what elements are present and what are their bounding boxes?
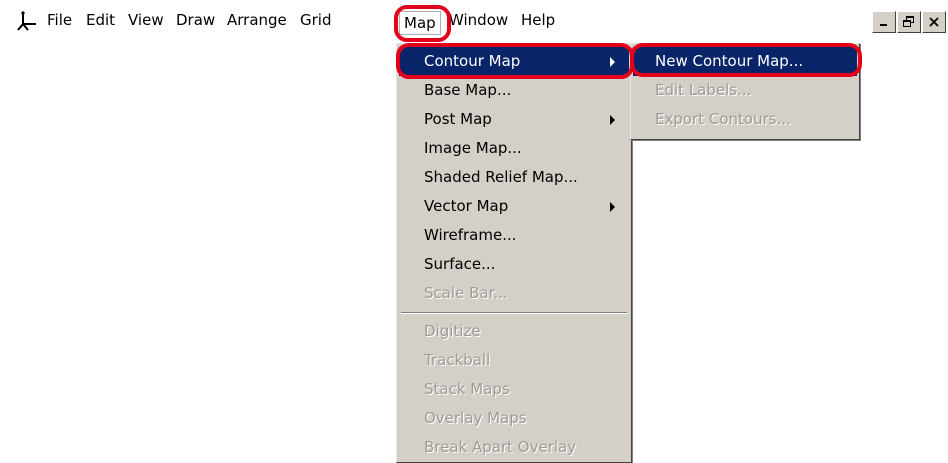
menu-item-label: Export Contours... xyxy=(655,110,791,128)
submenu-arrow-icon xyxy=(610,202,615,212)
minimize-icon[interactable] xyxy=(872,11,896,33)
menu-window[interactable]: Window xyxy=(449,0,508,38)
menu-item-wireframe[interactable]: Wireframe... xyxy=(399,221,629,250)
menu-item-label: Stack Maps xyxy=(424,380,510,398)
menu-item-label: Post Map xyxy=(424,110,492,128)
menu-item-break-apart-overlay: Break Apart Overlay xyxy=(399,433,629,462)
menu-item-trackball: Trackball xyxy=(399,346,629,375)
menu-item-shaded-relief-map[interactable]: Shaded Relief Map... xyxy=(399,163,629,192)
menu-item-digitize: Digitize xyxy=(399,317,629,346)
highlight-ring-new-contour-map xyxy=(630,43,862,77)
menu-item-scale-bar: Scale Bar... xyxy=(399,279,629,308)
menu-item-edit-labels: Edit Labels... xyxy=(633,76,857,105)
menu-item-label: Scale Bar... xyxy=(424,284,508,302)
menu-item-label: Digitize xyxy=(424,322,481,340)
submenu-arrow-icon xyxy=(610,115,615,125)
menu-item-image-map[interactable]: Image Map... xyxy=(399,134,629,163)
menu-item-label: Vector Map xyxy=(424,197,509,215)
menu-item-stack-maps: Stack Maps xyxy=(399,375,629,404)
window-controls xyxy=(871,11,946,33)
highlight-ring-contour-map xyxy=(396,43,634,79)
menu-draw[interactable]: Draw xyxy=(176,0,215,38)
close-icon[interactable] xyxy=(922,11,946,33)
highlight-ring-map-menu xyxy=(394,5,451,42)
menu-help[interactable]: Help xyxy=(521,0,555,38)
menu-item-label: Edit Labels... xyxy=(655,81,752,99)
menu-item-base-map[interactable]: Base Map... xyxy=(399,76,629,105)
menu-view[interactable]: View xyxy=(128,0,164,38)
surfer-app-icon[interactable] xyxy=(16,10,38,32)
menu-separator xyxy=(401,312,627,314)
menu-item-label: Surface... xyxy=(424,255,496,273)
menu-grid[interactable]: Grid xyxy=(300,0,331,38)
menu-item-surface[interactable]: Surface... xyxy=(399,250,629,279)
menu-item-label: Base Map... xyxy=(424,81,512,99)
restore-icon[interactable] xyxy=(897,11,921,33)
menu-item-label: Break Apart Overlay xyxy=(424,438,577,456)
menu-item-label: Overlay Maps xyxy=(424,409,527,427)
menu-item-label: Wireframe... xyxy=(424,226,517,244)
map-menu: Contour Map Base Map... Post Map Image M… xyxy=(396,43,632,463)
menu-item-vector-map[interactable]: Vector Map xyxy=(399,192,629,221)
menu-item-post-map[interactable]: Post Map xyxy=(399,105,629,134)
menu-arrange[interactable]: Arrange xyxy=(227,0,287,38)
menu-item-label: Shaded Relief Map... xyxy=(424,168,578,186)
menu-edit[interactable]: Edit xyxy=(86,0,115,38)
menu-item-label: Image Map... xyxy=(424,139,522,157)
menu-item-overlay-maps: Overlay Maps xyxy=(399,404,629,433)
menu-item-export-contours: Export Contours... xyxy=(633,105,857,134)
menu-bar: File Edit View Draw Arrange Grid Map Win… xyxy=(0,0,948,38)
menu-file[interactable]: File xyxy=(47,0,72,38)
menu-item-label: Trackball xyxy=(424,351,491,369)
